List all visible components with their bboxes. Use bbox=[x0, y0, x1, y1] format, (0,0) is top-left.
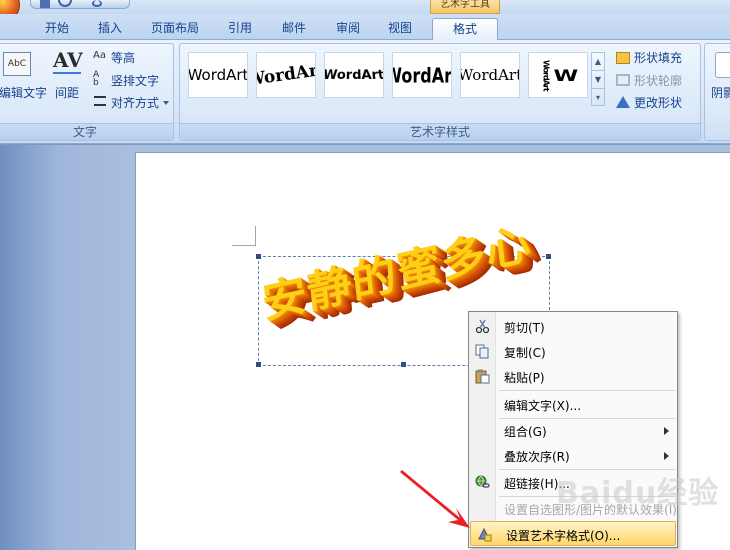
shadow-icon bbox=[715, 52, 730, 78]
gallery-up-icon[interactable]: ▲ bbox=[592, 53, 604, 71]
spacing-arrow-icon bbox=[53, 72, 81, 74]
submenu-arrow-icon bbox=[664, 427, 669, 435]
menu-item-copy[interactable]: 复制(C) bbox=[469, 339, 677, 364]
title-bar: 艺术字工具 bbox=[0, 0, 730, 22]
wordart-gallery: WordArt WordArt WordArt WordArt WordArt … bbox=[188, 52, 588, 112]
shape-fill-icon bbox=[616, 52, 630, 64]
shape-outline-button[interactable]: 形状轮廓 bbox=[634, 72, 682, 89]
context-menu: 剪切(T) 复制(C) 粘贴(P) 编辑文字(X)... 组合(G) 叠放次序(… bbox=[468, 311, 678, 548]
align-button[interactable]: 对齐方式 bbox=[111, 94, 159, 111]
ribbon-tabs: 开始 插入 页面布局 引用 邮件 审阅 视图 格式 bbox=[0, 14, 730, 41]
menu-item-paste[interactable]: 粘贴(P) bbox=[469, 364, 677, 389]
margin-corner-mark bbox=[232, 226, 256, 246]
scissors-icon bbox=[475, 319, 490, 334]
text-group-label: 文字 bbox=[0, 123, 173, 140]
align-dropdown-icon[interactable] bbox=[163, 101, 169, 105]
edit-text-icon: AbC bbox=[3, 52, 31, 76]
wordart-style-5[interactable]: WordArt bbox=[460, 52, 520, 98]
ribbon: AbC 编辑文字 AV 间距 Aa 等高 Ab 竖排文字 对齐方式 文字 Wor… bbox=[0, 40, 730, 144]
menu-item-cut[interactable]: 剪切(T) bbox=[469, 314, 677, 339]
change-shape-button[interactable]: 更改形状 bbox=[634, 94, 682, 111]
resize-handle[interactable] bbox=[256, 362, 261, 367]
wordart-styles-label: 艺术字样式 bbox=[180, 123, 700, 140]
tab-references[interactable]: 引用 bbox=[218, 18, 262, 40]
annotation-arrow-icon bbox=[400, 470, 470, 528]
vertical-text-icon: Ab bbox=[93, 70, 100, 88]
wordart-styles-group: WordArt WordArt WordArt WordArt WordArt … bbox=[179, 43, 701, 141]
resize-handle[interactable] bbox=[401, 362, 406, 367]
vertical-text-button[interactable]: 竖排文字 bbox=[111, 72, 159, 89]
submenu-arrow-icon bbox=[664, 452, 669, 460]
equal-height-icon: Aa bbox=[93, 50, 106, 61]
shadow-button[interactable]: 阴影 bbox=[711, 84, 730, 101]
gallery-scrollbar[interactable]: ▲ ▼ ▾ bbox=[591, 52, 605, 106]
equal-height-button[interactable]: 等高 bbox=[111, 49, 135, 66]
tab-mailings[interactable]: 邮件 bbox=[272, 18, 316, 40]
menu-item-group[interactable]: 组合(G) bbox=[469, 418, 677, 443]
spacing-icon: AV bbox=[53, 48, 83, 72]
shape-outline-icon bbox=[616, 74, 630, 86]
shape-fill-button[interactable]: 形状填充 bbox=[634, 49, 682, 66]
wordart-style-3[interactable]: WordArt bbox=[324, 52, 384, 98]
gallery-down-icon[interactable]: ▼ bbox=[592, 71, 604, 89]
menu-separator bbox=[499, 390, 675, 391]
wordart-style-1[interactable]: WordArt bbox=[188, 52, 248, 98]
tab-home[interactable]: 开始 bbox=[36, 18, 78, 40]
resize-handle[interactable] bbox=[546, 254, 551, 259]
shadow-group: 阴影 bbox=[704, 43, 730, 141]
spacing-button[interactable]: 间距 bbox=[55, 84, 79, 101]
menu-item-order[interactable]: 叠放次序(R) bbox=[469, 443, 677, 468]
align-icon bbox=[94, 96, 106, 106]
save-icon[interactable] bbox=[40, 0, 50, 8]
wordart-style-4[interactable]: WordArt bbox=[392, 52, 452, 98]
tab-format[interactable]: 格式 bbox=[432, 18, 498, 41]
wordart-style-2[interactable]: WordArt bbox=[256, 52, 316, 98]
tab-review[interactable]: 审阅 bbox=[326, 18, 370, 40]
tab-page-layout[interactable]: 页面布局 bbox=[142, 18, 208, 40]
edit-text-button[interactable]: 编辑文字 bbox=[0, 84, 47, 101]
menu-item-format-wordart[interactable]: 设置艺术字格式(O)... bbox=[470, 521, 676, 546]
gallery-more-icon[interactable]: ▾ bbox=[592, 89, 604, 107]
resize-handle[interactable] bbox=[256, 254, 261, 259]
copy-icon bbox=[475, 344, 489, 359]
wordart-style-6[interactable]: WordArt W bbox=[528, 52, 588, 98]
menu-item-edit-text[interactable]: 编辑文字(X)... bbox=[469, 392, 677, 417]
paste-icon bbox=[475, 369, 490, 384]
text-group: AbC 编辑文字 AV 间距 Aa 等高 Ab 竖排文字 对齐方式 文字 bbox=[0, 43, 174, 141]
tab-insert[interactable]: 插入 bbox=[88, 18, 132, 40]
change-shape-icon bbox=[616, 96, 630, 108]
watermark: Baidu经验 bbox=[556, 476, 720, 511]
redo-icon[interactable] bbox=[92, 0, 102, 7]
context-tool-title: 艺术字工具 bbox=[430, 0, 500, 14]
tab-view[interactable]: 视图 bbox=[378, 18, 422, 40]
